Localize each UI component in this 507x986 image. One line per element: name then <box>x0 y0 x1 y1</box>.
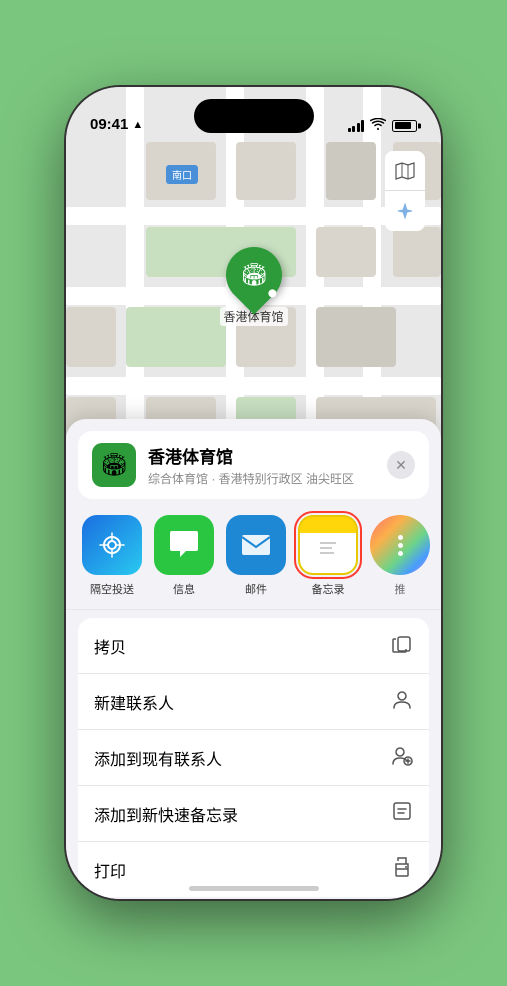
location-button[interactable] <box>385 191 425 231</box>
dynamic-island <box>194 99 314 133</box>
map-label-text: 南口 <box>172 171 192 182</box>
close-icon: ✕ <box>395 457 407 474</box>
share-row: 隔空投送 信息 <box>66 499 441 605</box>
pin-marker: 🏟 <box>214 235 293 314</box>
more-apps-label: 推 <box>395 581 406 597</box>
map-icon <box>395 161 415 181</box>
signal-icon <box>348 120 365 132</box>
new-contact-label: 新建联系人 <box>94 690 174 714</box>
mail-icon-bg <box>226 515 286 575</box>
status-time: 09:41 ▲ <box>90 116 143 133</box>
share-divider <box>66 609 441 610</box>
notes-symbol <box>310 527 346 563</box>
add-notes-label: 添加到新快速备忘录 <box>94 802 238 826</box>
map-type-button[interactable] <box>385 151 425 191</box>
map-area-label: 南口 <box>166 165 198 184</box>
location-subtitle: 综合体育馆 · 香港特别行政区 油尖旺区 <box>148 470 415 487</box>
location-logo: 🏟 <box>92 443 136 487</box>
time-display: 09:41 <box>90 116 128 133</box>
location-logo-icon: 🏟 <box>100 452 128 478</box>
compass-icon <box>396 202 414 220</box>
location-card: 🏟 香港体育馆 综合体育馆 · 香港特别行政区 油尖旺区 ✕ <box>78 431 429 499</box>
copy-symbol <box>391 632 413 654</box>
action-list: 拷贝 新建联系人 <box>78 618 429 897</box>
print-symbol <box>391 856 413 878</box>
pin-dot <box>266 288 277 299</box>
close-button[interactable]: ✕ <box>387 451 415 479</box>
share-item-messages[interactable]: 信息 <box>154 515 214 597</box>
messages-symbol <box>166 527 202 563</box>
action-row-new-contact[interactable]: 新建联系人 <box>78 674 429 730</box>
bottom-sheet: 🏟 香港体育馆 综合体育馆 · 香港特别行政区 油尖旺区 ✕ <box>66 419 441 899</box>
action-row-add-existing[interactable]: 添加到现有联系人 <box>78 730 429 786</box>
location-pin: 🏟 香港体育馆 <box>219 247 287 326</box>
location-info: 香港体育馆 综合体育馆 · 香港特别行政区 油尖旺区 <box>148 443 415 487</box>
airdrop-label: 隔空投送 <box>90 581 134 597</box>
share-item-notes[interactable]: 备忘录 <box>298 515 358 597</box>
add-existing-icon <box>391 744 413 771</box>
share-item-airdrop[interactable]: 隔空投送 <box>82 515 142 597</box>
mail-label: 邮件 <box>245 581 267 597</box>
notes-action-symbol <box>391 800 413 822</box>
pin-icon: 🏟 <box>240 262 268 288</box>
share-item-more[interactable]: 推 <box>370 515 430 597</box>
battery-icon <box>392 120 417 132</box>
airdrop-symbol <box>95 528 129 562</box>
notes-label: 备忘录 <box>312 581 345 597</box>
action-row-add-notes[interactable]: 添加到新快速备忘录 <box>78 786 429 842</box>
more-icon-bg <box>370 515 430 575</box>
phone-screen: 09:41 ▲ <box>66 87 441 899</box>
map-controls <box>385 151 425 231</box>
location-arrow-icon: ▲ <box>132 119 143 131</box>
airdrop-icon <box>82 515 142 575</box>
print-icon <box>391 856 413 883</box>
print-label: 打印 <box>94 858 126 882</box>
mail-symbol <box>238 527 274 563</box>
phone-frame: 09:41 ▲ <box>66 87 441 899</box>
more-dots <box>398 535 403 556</box>
status-icons <box>348 118 418 133</box>
add-existing-label: 添加到现有联系人 <box>94 746 222 770</box>
messages-icon-bg <box>154 515 214 575</box>
add-contact-symbol <box>391 744 413 766</box>
home-indicator <box>189 886 319 891</box>
new-contact-icon <box>391 688 413 715</box>
contact-symbol <box>391 688 413 710</box>
action-row-copy[interactable]: 拷贝 <box>78 618 429 674</box>
wifi-icon <box>370 118 386 133</box>
notes-icon-bg <box>298 515 358 575</box>
share-item-mail[interactable]: 邮件 <box>226 515 286 597</box>
location-name: 香港体育馆 <box>148 443 415 468</box>
messages-label: 信息 <box>173 581 195 597</box>
copy-icon <box>391 632 413 659</box>
add-notes-icon <box>391 800 413 827</box>
copy-label: 拷贝 <box>94 634 126 658</box>
